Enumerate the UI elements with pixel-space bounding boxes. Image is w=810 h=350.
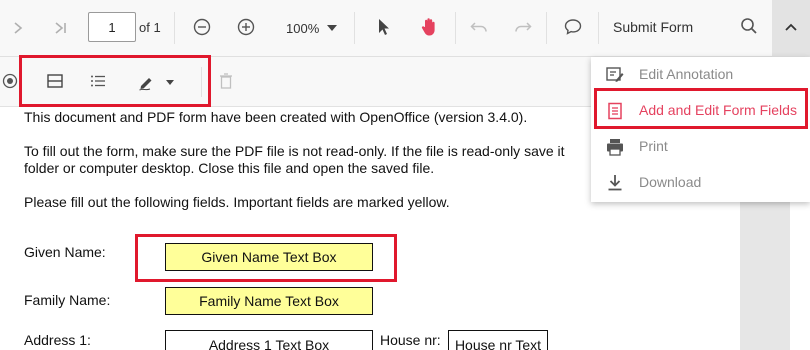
highlight-box — [594, 88, 808, 129]
select-cursor-icon[interactable] — [373, 16, 395, 38]
toolbar-divider — [174, 12, 175, 44]
comment-icon[interactable] — [562, 16, 584, 38]
menu-item-label: Edit Annotation — [639, 66, 734, 82]
redo-icon[interactable] — [512, 16, 534, 38]
doc-text-line: To fill out the form, make sure the PDF … — [24, 143, 565, 159]
given-name-label: Given Name: — [24, 244, 106, 260]
menu-item-print[interactable]: Print — [591, 129, 810, 165]
toolbar-divider — [455, 12, 456, 44]
doc-text-line: Please fill out the following fields. Im… — [24, 194, 450, 210]
menu-item-label: Print — [639, 138, 668, 154]
toolbar-divider — [354, 12, 355, 44]
submit-form-button[interactable]: Submit Form — [613, 19, 693, 35]
house-number-field[interactable]: House nr Text — [448, 330, 548, 350]
printer-icon — [605, 137, 625, 157]
page-total-label: of 1 — [139, 20, 161, 35]
zoom-value: 100% — [286, 20, 320, 36]
radio-button-icon[interactable] — [0, 71, 20, 91]
toolbar-divider — [598, 12, 599, 44]
toggle-annotation-toolbar-button[interactable] — [772, 0, 810, 57]
doc-text-line: This document and PDF form have been cre… — [24, 109, 528, 125]
delete-icon[interactable] — [216, 70, 236, 92]
family-name-label: Family Name: — [24, 292, 111, 308]
undo-icon[interactable] — [468, 16, 490, 38]
search-icon[interactable] — [738, 15, 760, 37]
next-page-icon[interactable] — [8, 16, 28, 40]
menu-item-label: Download — [639, 174, 702, 190]
highlight-box — [135, 234, 397, 282]
highlight-box — [19, 55, 211, 107]
edit-annotation-icon — [605, 65, 625, 85]
annotation-menu: Edit Annotation Add and Edit Form Fields… — [591, 57, 810, 202]
main-toolbar: 1 of 1 100% Submit Form — [0, 0, 810, 57]
house-number-label: House nr: — [380, 332, 441, 348]
chevron-down-icon — [327, 25, 338, 31]
download-icon — [605, 173, 625, 193]
address-field[interactable]: Address 1 Text Box — [165, 330, 373, 350]
doc-text-line: folder or computer desktop. Close this f… — [24, 160, 435, 176]
zoom-in-icon[interactable] — [235, 16, 257, 38]
chevron-up-icon — [782, 18, 800, 36]
family-name-field[interactable]: Family Name Text Box — [165, 287, 373, 315]
toolbar-divider — [546, 12, 547, 44]
last-page-icon[interactable] — [50, 16, 72, 40]
zoom-out-icon[interactable] — [191, 16, 213, 38]
pan-hand-icon[interactable] — [417, 15, 441, 39]
page-number-input[interactable]: 1 — [88, 12, 136, 42]
menu-item-download[interactable]: Download — [591, 165, 810, 201]
zoom-dropdown[interactable]: 100% — [280, 14, 340, 42]
address-label: Address 1: — [24, 332, 91, 348]
